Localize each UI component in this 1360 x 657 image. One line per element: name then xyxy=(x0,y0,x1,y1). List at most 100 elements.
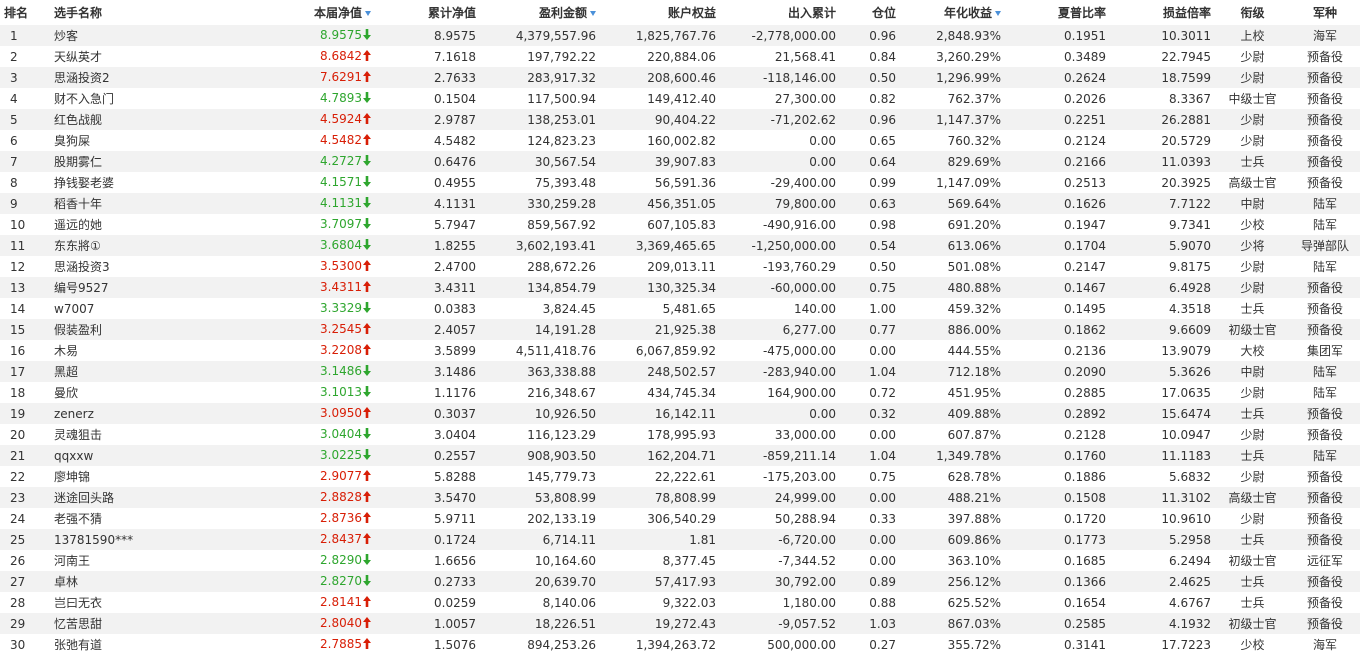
table-row[interactable]: 8 挣钱娶老婆 4.1571 0.4955 75,393.48 56,591.36 -29,… xyxy=(0,172,1360,193)
cell-branch: 预备役 xyxy=(1290,592,1360,613)
table-row[interactable]: 13 编号9527 3.4311 3.4311 134,854.79 130,325.34… xyxy=(0,277,1360,298)
table-row[interactable]: 17 黑超 3.1486 3.1486 363,338.88 248,502.57 -283… xyxy=(0,361,1360,382)
table-row[interactable]: 10 遥远的她 3.7097 5.7947 859,567.92 607,105.83 -4… xyxy=(0,214,1360,235)
cell-player-name[interactable]: 挣钱娶老婆 xyxy=(50,172,170,193)
table-row[interactable]: 16 木易 3.2208 3.5899 4,511,418.76 6,067,859.92… xyxy=(0,340,1360,361)
cell-player-name[interactable]: 天纵英才 xyxy=(50,46,170,67)
table-row[interactable]: 25 13781590*** 2.8437 0.1724 6,714.11 1.81 -6,… xyxy=(0,529,1360,550)
table-row[interactable]: 20 灵魂狙击 3.0404 3.0404 116,123.29 178,995.93 33… xyxy=(0,424,1360,445)
cell-position: 0.64 xyxy=(840,151,900,172)
cell-annual: 691.20% xyxy=(900,214,1005,235)
table-row[interactable]: 2 天纵英才 8.6842 7.1618 197,792.22 220,884.06 21,… xyxy=(0,46,1360,67)
table-row[interactable]: 18 曼欣 3.1013 1.1176 216,348.67 434,745.34 164,… xyxy=(0,382,1360,403)
cell-player-name[interactable]: 木易 xyxy=(50,340,170,361)
cell-player-name[interactable]: 思涵投资2 xyxy=(50,67,170,88)
table-row[interactable]: 24 老强不猜 2.8736 5.9711 202,133.19 306,540.29 50… xyxy=(0,508,1360,529)
header-nav[interactable]: 本届净值 xyxy=(170,0,375,25)
cell-equity: 8,377.45 xyxy=(600,550,720,571)
cell-player-name[interactable]: 臭狗屎 xyxy=(50,130,170,151)
header-sharpe[interactable]: 夏普比率 xyxy=(1005,0,1110,25)
table-row[interactable]: 29 忆苦思甜 2.8040 1.0057 18,226.51 19,272.43 -9,0… xyxy=(0,613,1360,634)
cell-player-name[interactable]: 财不入急门 xyxy=(50,88,170,109)
header-equity[interactable]: 账户权益 xyxy=(600,0,720,25)
cell-player-name[interactable]: 河南王 xyxy=(50,550,170,571)
table-body: 1 炒客 8.9575 8.9575 4,379,557.96 1,825,767.76-… xyxy=(0,25,1360,655)
table-row[interactable]: 3 思涵投资2 7.6291 2.7633 283,917.32 208,600.46 -1… xyxy=(0,67,1360,88)
cell-player-name[interactable]: zenerz xyxy=(50,403,170,424)
header-cum-nav[interactable]: 累计净值 xyxy=(375,0,480,25)
table-row[interactable]: 1 炒客 8.9575 8.9575 4,379,557.96 1,825,767.76-… xyxy=(0,25,1360,46)
cell-sharpe: 0.1886 xyxy=(1005,466,1110,487)
table-row[interactable]: 15 假装盈利 3.2545 2.4057 14,191.28 21,925.38 6,27… xyxy=(0,319,1360,340)
table-row[interactable]: 7 股期雾仁 4.2727 0.6476 30,567.54 39,907.83 0.00 0… xyxy=(0,151,1360,172)
arrow-down-icon xyxy=(363,239,371,253)
cell-position: 0.00 xyxy=(840,487,900,508)
cell-player-name[interactable]: 曼欣 xyxy=(50,382,170,403)
header-pl-ratio[interactable]: 损益倍率 xyxy=(1110,0,1215,25)
cell-player-name[interactable]: 岂曰无衣 xyxy=(50,592,170,613)
table-row[interactable]: 4 财不入急门 4.7893 0.1504 117,500.94 149,412.40 27… xyxy=(0,88,1360,109)
cell-player-name[interactable]: 东东將① xyxy=(50,235,170,256)
header-annual[interactable]: 年化收益 xyxy=(900,0,1005,25)
table-row[interactable]: 6 臭狗屎 4.5482 4.5482 124,823.23 160,002.82 0.00… xyxy=(0,130,1360,151)
table-row[interactable]: 5 红色战舰 4.5924 2.9787 138,253.01 90,404.22 -71,… xyxy=(0,109,1360,130)
cell-player-name[interactable]: 思涵投资3 xyxy=(50,256,170,277)
cell-sharpe: 0.2166 xyxy=(1005,151,1110,172)
cell-player-name[interactable]: 编号9527 xyxy=(50,277,170,298)
cell-branch: 预备役 xyxy=(1290,277,1360,298)
cell-player-name[interactable]: 13781590*** xyxy=(50,529,170,550)
cell-cum-nav: 4.1131 xyxy=(375,193,480,214)
cell-rank: 3 xyxy=(0,67,50,88)
cell-flow: 164,900.00 xyxy=(720,382,840,403)
cell-flow: -859,211.14 xyxy=(720,445,840,466)
cell-flow: 6,277.00 xyxy=(720,319,840,340)
cell-player-name[interactable]: 稻香十年 xyxy=(50,193,170,214)
nav-value: 4.1571 xyxy=(320,175,362,189)
nav-value: 2.8828 xyxy=(320,490,362,504)
table-row[interactable]: 14 w7007 3.3329 0.0383 3,824.45 5,481.65 140.0… xyxy=(0,298,1360,319)
cell-player-name[interactable]: 黑超 xyxy=(50,361,170,382)
cell-player-name[interactable]: 张弛有道 xyxy=(50,634,170,655)
header-position[interactable]: 仓位 xyxy=(840,0,900,25)
cell-player-name[interactable]: 廖坤锦 xyxy=(50,466,170,487)
header-profit[interactable]: 盈利金额 xyxy=(480,0,600,25)
cell-player-name[interactable]: 股期雾仁 xyxy=(50,151,170,172)
sort-desc-icon[interactable] xyxy=(365,11,371,16)
cell-profit: 134,854.79 xyxy=(480,277,600,298)
table-row[interactable]: 11 东东將① 3.6804 1.8255 3,602,193.41 3,369,465.… xyxy=(0,235,1360,256)
table-row[interactable]: 22 廖坤锦 2.9077 5.8288 145,779.73 22,222.61 -175… xyxy=(0,466,1360,487)
header-rank: 排名 xyxy=(0,0,50,25)
cell-flow: -9,057.52 xyxy=(720,613,840,634)
cell-player-name[interactable]: 红色战舰 xyxy=(50,109,170,130)
table-row[interactable]: 9 稻香十年 4.1131 4.1131 330,259.28 456,351.05 79,… xyxy=(0,193,1360,214)
header-flow[interactable]: 出入累计 xyxy=(720,0,840,25)
cell-player-name[interactable]: 老强不猜 xyxy=(50,508,170,529)
table-row[interactable]: 26 河南王 2.8290 1.6656 10,164.60 8,377.45 -7,344… xyxy=(0,550,1360,571)
cell-player-name[interactable]: 假装盈利 xyxy=(50,319,170,340)
cell-pl-ratio: 26.2881 xyxy=(1110,109,1215,130)
table-row[interactable]: 23 迷途回头路 2.8828 3.5470 53,808.99 78,808.99 24,… xyxy=(0,487,1360,508)
table-row[interactable]: 27 卓林 2.8270 0.2733 20,639.70 57,417.93 30,792… xyxy=(0,571,1360,592)
sort-desc-icon[interactable] xyxy=(995,11,1001,16)
table-row[interactable]: 19 zenerz 3.0950 0.3037 10,926.50 16,142.11 0.… xyxy=(0,403,1360,424)
table-row[interactable]: 21 qqxxw 3.0225 0.2557 908,903.50 162,204.71-… xyxy=(0,445,1360,466)
cell-player-name[interactable]: w7007 xyxy=(50,298,170,319)
cell-player-name[interactable]: qqxxw xyxy=(50,445,170,466)
cell-sharpe: 0.2892 xyxy=(1005,403,1110,424)
cell-player-name[interactable]: 卓林 xyxy=(50,571,170,592)
cell-branch: 预备役 xyxy=(1290,109,1360,130)
sort-desc-icon[interactable] xyxy=(590,11,596,16)
table-row[interactable]: 28 岂曰无衣 2.8141 0.0259 8,140.06 9,322.03 1,180.… xyxy=(0,592,1360,613)
cell-player-name[interactable]: 灵魂狙击 xyxy=(50,424,170,445)
cell-player-name[interactable]: 遥远的她 xyxy=(50,214,170,235)
cell-branch: 预备役 xyxy=(1290,529,1360,550)
cell-player-name[interactable]: 炒客 xyxy=(50,25,170,46)
cell-player-name[interactable]: 忆苦思甜 xyxy=(50,613,170,634)
nav-value: 3.0404 xyxy=(320,427,362,441)
cell-player-name[interactable]: 迷途回头路 xyxy=(50,487,170,508)
cell-title: 士兵 xyxy=(1215,592,1290,613)
ranking-table: 排名 选手名称 本届净值 累计净值 盈利金额 账户权益 出入累计 仓位 年化收益… xyxy=(0,0,1360,655)
cell-sharpe: 0.1685 xyxy=(1005,550,1110,571)
table-row[interactable]: 30 张弛有道 2.7885 1.5076 894,253.26 1,394,263.72… xyxy=(0,634,1360,655)
table-row[interactable]: 12 思涵投资3 3.5300 2.4700 288,672.26 209,013.11-… xyxy=(0,256,1360,277)
